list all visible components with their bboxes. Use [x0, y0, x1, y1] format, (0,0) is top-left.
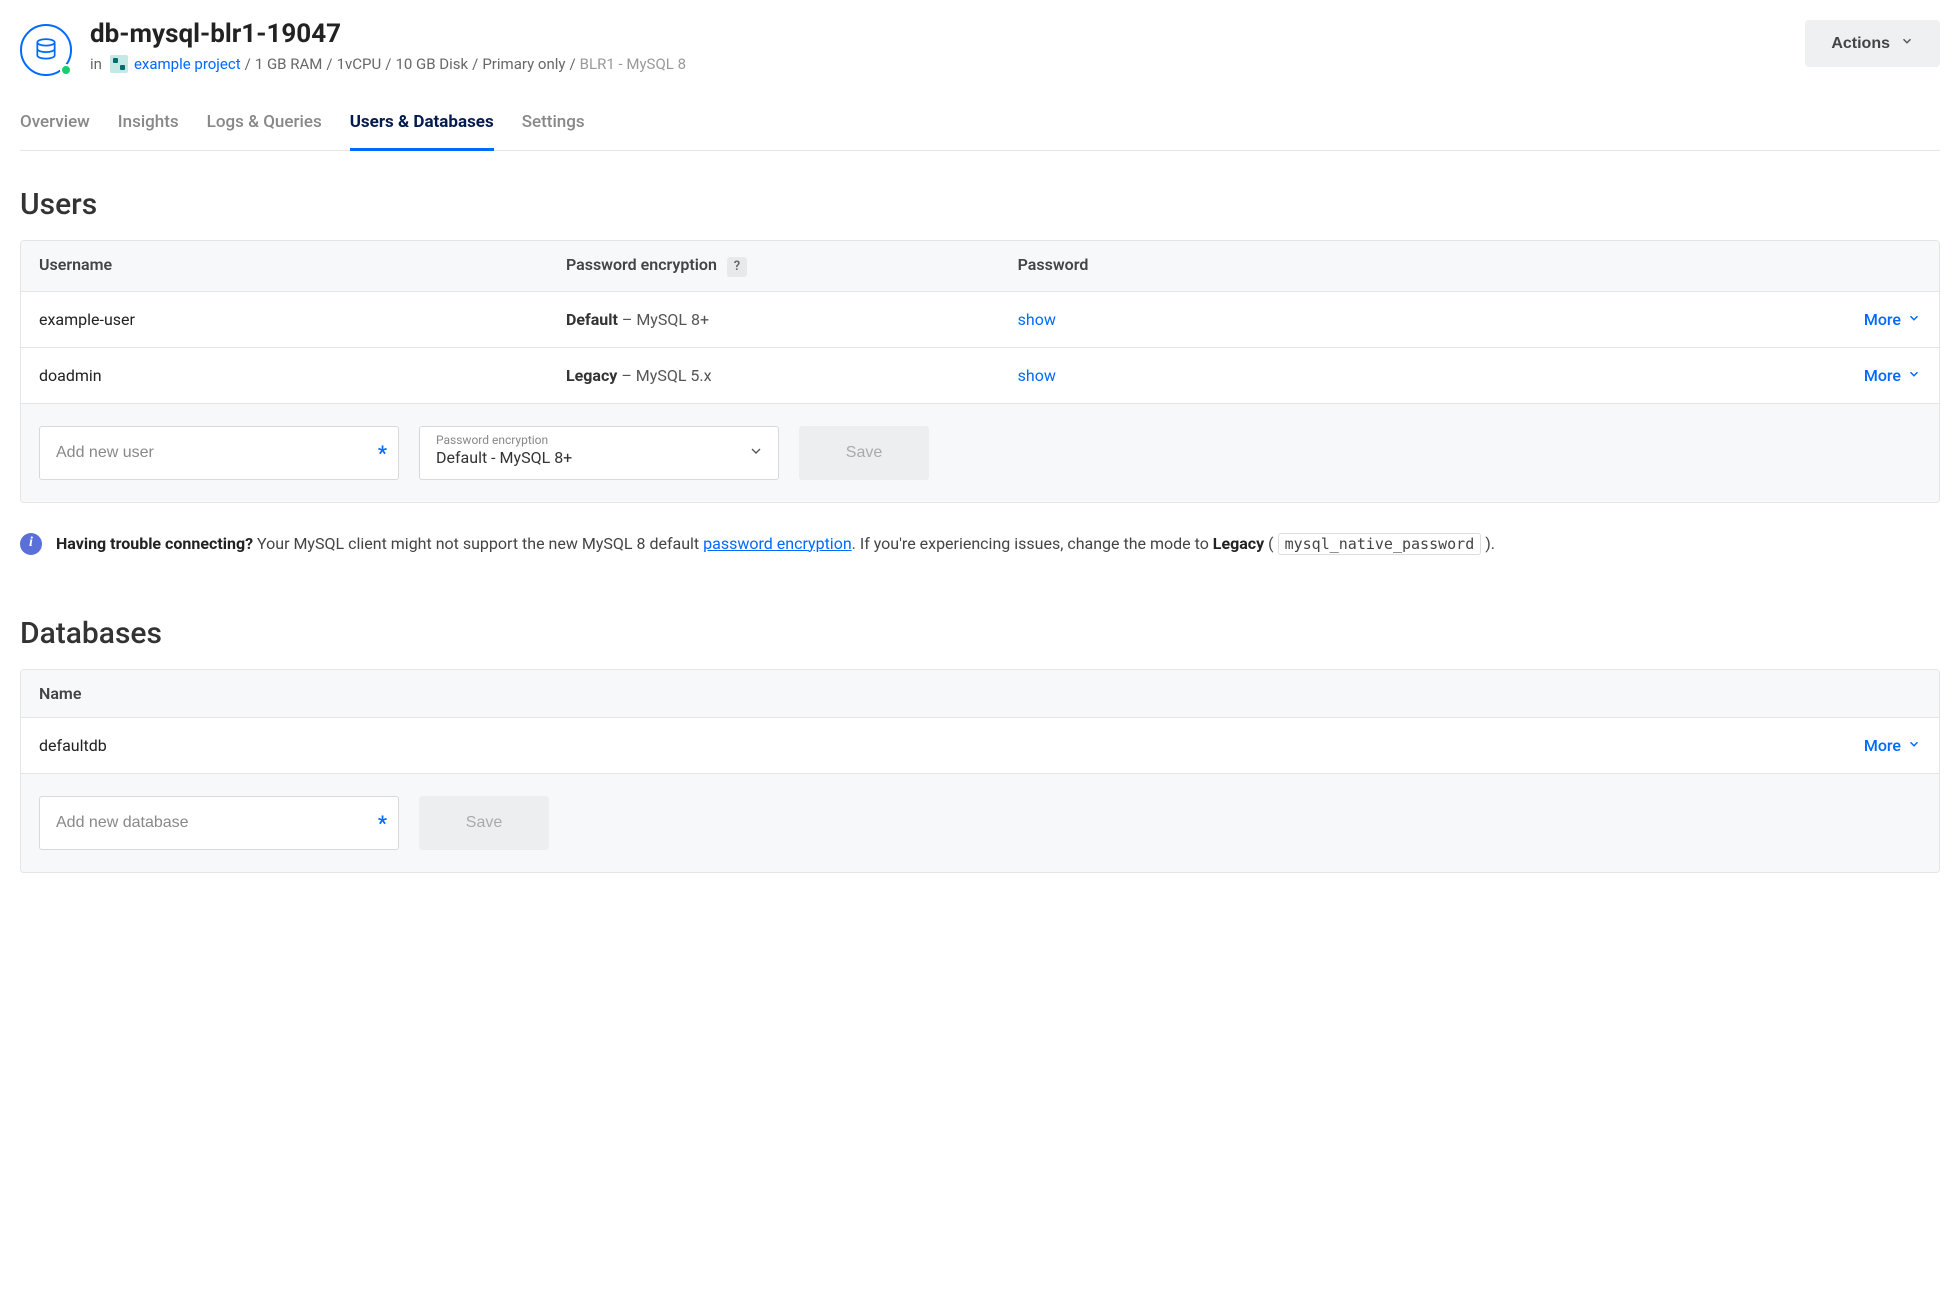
- save-database-button[interactable]: Save: [419, 796, 549, 850]
- add-database-input[interactable]: [39, 796, 399, 850]
- encryption-select-value: Default - MySQL 8+: [436, 448, 738, 469]
- save-user-button[interactable]: Save: [799, 426, 929, 480]
- info-icon: i: [20, 533, 42, 555]
- code-snippet: mysql_native_password: [1278, 533, 1482, 555]
- more-menu[interactable]: More: [1864, 310, 1921, 329]
- project-icon: [110, 55, 128, 73]
- tab-logs-queries[interactable]: Logs & Queries: [207, 106, 322, 151]
- project-link[interactable]: example project: [134, 55, 241, 73]
- required-indicator: *: [378, 811, 387, 835]
- breadcrumb: in example project / 1 GB RAM / 1vCPU / …: [90, 55, 686, 73]
- encryption-select-label: Password encryption: [436, 433, 738, 447]
- users-table-header: Username Password encryption ? Password: [21, 241, 1939, 292]
- add-user-input-wrap: *: [39, 426, 399, 480]
- chevron-down-icon: [1900, 34, 1914, 53]
- help-icon[interactable]: ?: [727, 257, 747, 277]
- col-password: Password: [1018, 255, 1921, 277]
- databases-heading: Databases: [20, 616, 1940, 651]
- cell-encryption: Default – MySQL 8+: [566, 310, 1018, 329]
- add-database-input-wrap: *: [39, 796, 399, 850]
- spec-topology: Primary only: [482, 55, 565, 73]
- spec-cpu: 1vCPU: [337, 55, 382, 73]
- password-encryption-link[interactable]: password encryption: [703, 534, 852, 553]
- cell-dbname: defaultdb: [39, 736, 107, 755]
- title-block: db-mysql-blr1-19047 in example project /…: [90, 20, 686, 73]
- col-encryption: Password encryption ?: [566, 255, 1018, 277]
- table-row: example-user Default – MySQL 8+ show Mor…: [21, 292, 1939, 348]
- more-menu[interactable]: More: [1864, 366, 1921, 385]
- chevron-down-icon: [748, 443, 764, 463]
- databases-table-header: Name: [21, 670, 1939, 718]
- actions-button[interactable]: Actions: [1805, 20, 1940, 67]
- notice-text: Having trouble connecting? Your MySQL cl…: [56, 531, 1495, 557]
- tab-insights[interactable]: Insights: [118, 106, 179, 151]
- cell-encryption: Legacy – MySQL 5.x: [566, 366, 1018, 385]
- more-menu[interactable]: More: [1864, 736, 1921, 755]
- encryption-select[interactable]: Password encryption Default - MySQL 8+: [419, 426, 779, 480]
- spec-disk: 10 GB Disk: [395, 55, 468, 73]
- show-password-link[interactable]: show: [1018, 310, 1056, 329]
- page-header: db-mysql-blr1-19047 in example project /…: [20, 20, 1940, 76]
- tab-settings[interactable]: Settings: [522, 106, 585, 151]
- breadcrumb-in: in: [90, 55, 102, 73]
- table-row: defaultdb More: [21, 718, 1939, 774]
- page-title: db-mysql-blr1-19047: [90, 20, 686, 49]
- show-password-link[interactable]: show: [1018, 366, 1056, 385]
- header-left: db-mysql-blr1-19047 in example project /…: [20, 20, 686, 76]
- database-icon: [20, 24, 72, 76]
- connection-notice: i Having trouble connecting? Your MySQL …: [20, 531, 1940, 557]
- col-username: Username: [39, 255, 566, 277]
- chevron-down-icon: [1907, 310, 1921, 329]
- required-indicator: *: [378, 441, 387, 465]
- tab-users-databases[interactable]: Users & Databases: [350, 106, 494, 151]
- users-heading: Users: [20, 187, 1940, 222]
- add-database-row: * Save: [21, 774, 1939, 872]
- tab-overview[interactable]: Overview: [20, 106, 90, 151]
- add-user-row: * Password encryption Default - MySQL 8+…: [21, 404, 1939, 502]
- actions-label: Actions: [1831, 35, 1890, 53]
- chevron-down-icon: [1907, 366, 1921, 385]
- status-dot-online: [60, 64, 72, 76]
- cell-username: doadmin: [39, 366, 566, 385]
- chevron-down-icon: [1907, 736, 1921, 755]
- spec-region-engine: BLR1 - MySQL 8: [580, 55, 686, 73]
- databases-panel: Name defaultdb More * Save: [20, 669, 1940, 873]
- tabs: Overview Insights Logs & Queries Users &…: [20, 106, 1940, 151]
- add-user-input[interactable]: [39, 426, 399, 480]
- cell-username: example-user: [39, 310, 566, 329]
- users-panel: Username Password encryption ? Password …: [20, 240, 1940, 503]
- spec-ram: 1 GB RAM: [255, 55, 323, 73]
- table-row: doadmin Legacy – MySQL 5.x show More: [21, 348, 1939, 404]
- col-name: Name: [39, 684, 81, 703]
